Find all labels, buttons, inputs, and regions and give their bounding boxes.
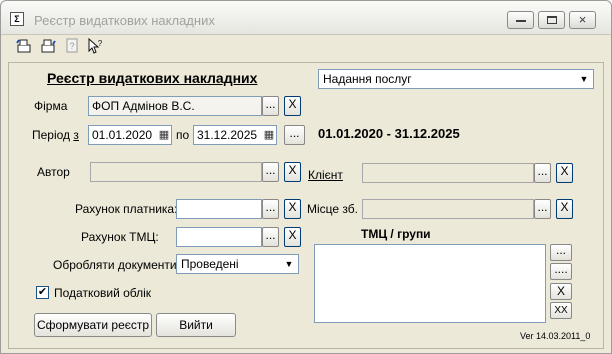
author-clear-button[interactable]: X <box>284 162 301 182</box>
author-field[interactable] <box>90 162 262 182</box>
client-field[interactable] <box>362 163 534 183</box>
payer-account-browse-button[interactable]: ... <box>262 199 279 219</box>
process-docs-select[interactable]: Проведені ▼ <box>176 254 299 274</box>
preview-icon[interactable] <box>15 37 35 57</box>
maximize-icon <box>547 16 557 24</box>
generate-report-button[interactable]: Сформувати реєстр <box>34 313 152 337</box>
payer-account-clear-button[interactable]: X <box>284 199 301 219</box>
client-label: Клієнт <box>308 168 343 182</box>
app-icon[interactable]: Σ <box>10 12 24 26</box>
minimize-icon <box>516 20 526 22</box>
print-icon[interactable] <box>39 37 59 57</box>
toolbar: ? ? <box>1 37 611 59</box>
form-header: Реєстр видаткових накладних <box>47 70 258 86</box>
tmc-clear-all-button[interactable]: XX <box>550 302 572 319</box>
client-clear-button[interactable]: X <box>556 163 573 183</box>
version-label: Ver 14.03.2011_0 <box>520 331 591 341</box>
tmc-account-browse-button[interactable]: ... <box>262 227 279 247</box>
author-label: Автор <box>37 165 70 179</box>
chevron-down-icon[interactable]: ▼ <box>282 257 296 271</box>
tmc-add-group-button[interactable]: .... <box>550 263 572 280</box>
period-label: Період з <box>32 128 79 142</box>
calendar-icon[interactable]: ▦ <box>156 126 172 144</box>
place-field[interactable] <box>362 199 534 219</box>
tax-accounting-label: Податковий облік <box>54 286 152 300</box>
tmc-account-clear-button[interactable]: X <box>284 227 301 247</box>
maximize-button[interactable] <box>538 11 565 29</box>
calendar-icon[interactable]: ▦ <box>261 126 277 144</box>
close-icon: × <box>578 12 587 27</box>
period-label-text: Період <box>32 128 71 142</box>
tax-accounting-checkbox[interactable]: ✔ <box>36 286 49 299</box>
place-clear-button[interactable]: X <box>556 199 573 219</box>
tmc-account-label: Рахунок ТМЦ: <box>81 230 159 244</box>
place-browse-button[interactable]: ... <box>534 199 551 219</box>
period-summary: 01.01.2020 - 31.12.2025 <box>318 126 460 141</box>
author-browse-button[interactable]: ... <box>262 162 279 182</box>
period-from-label: з <box>73 128 79 142</box>
svg-text:?: ? <box>98 39 103 48</box>
process-docs-label: Обробляти документи: <box>53 258 180 272</box>
process-docs-value: Проведені <box>181 257 239 271</box>
period-to-label: по <box>176 128 190 142</box>
firm-clear-button[interactable]: X <box>284 96 301 116</box>
place-label: Місце зб. <box>307 202 358 216</box>
main-window: Σ Реєстр видаткових накладних × ? ? Реєс… <box>0 0 612 354</box>
tmc-groups-label: ТМЦ / групи <box>361 227 431 241</box>
minimize-button[interactable] <box>507 11 534 29</box>
window-title: Реєстр видаткових накладних <box>34 13 215 28</box>
whats-this-icon[interactable]: ? <box>85 37 105 57</box>
title-bar[interactable]: Σ Реєстр видаткових накладних × <box>1 1 611 35</box>
chevron-down-icon[interactable]: ▼ <box>577 72 591 86</box>
firm-label: Фірма <box>34 99 68 113</box>
payer-account-field[interactable] <box>176 199 262 219</box>
svg-text:?: ? <box>69 41 74 51</box>
firm-field[interactable]: ФОП Адмінов В.С. <box>88 96 262 116</box>
firm-browse-button[interactable]: ... <box>262 96 279 116</box>
document-type-value: Надання послуг <box>323 72 412 86</box>
client-browse-button[interactable]: ... <box>534 163 551 183</box>
exit-button[interactable]: Вийти <box>156 313 236 337</box>
close-button[interactable]: × <box>569 11 596 29</box>
payer-account-label: Рахунок платника: <box>75 202 178 216</box>
tmc-remove-button[interactable]: X <box>550 283 572 300</box>
help-icon[interactable]: ? <box>62 37 82 57</box>
tmc-groups-list[interactable] <box>314 244 546 323</box>
document-type-select[interactable]: Надання послуг ▼ <box>318 69 594 89</box>
period-browse-button[interactable]: ... <box>284 125 305 145</box>
tmc-add-button[interactable]: ... <box>550 244 572 261</box>
tmc-account-field[interactable] <box>176 227 262 247</box>
